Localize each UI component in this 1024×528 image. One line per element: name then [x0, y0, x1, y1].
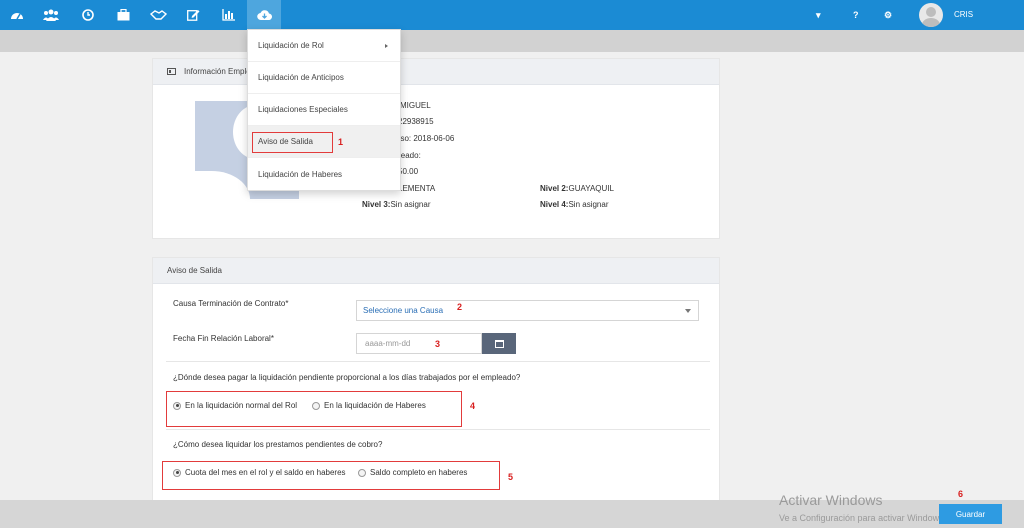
causa-label: Causa Terminación de Contrato* — [173, 299, 289, 308]
cloud-download-icon[interactable] — [247, 0, 281, 30]
save-button[interactable]: Guardar — [939, 504, 1002, 524]
calendar-icon — [494, 339, 504, 348]
divider — [166, 361, 710, 362]
settings-icon[interactable]: ⚙ — [884, 0, 892, 30]
edit-icon[interactable] — [176, 0, 210, 30]
fecha-label: Fecha Fin Relación Laboral* — [173, 334, 274, 343]
fecha-placeholder: aaaa-mm-dd — [365, 339, 411, 348]
fecha-input[interactable]: aaaa-mm-dd — [356, 333, 482, 354]
radio-label: Cuota del mes en el rol y el saldo en ha… — [185, 468, 346, 477]
employee-id: 22938915 — [398, 117, 434, 126]
briefcase-icon[interactable] — [106, 0, 140, 30]
handshake-icon[interactable] — [141, 0, 175, 30]
divider — [166, 429, 710, 430]
highlight-box-1 — [252, 132, 333, 153]
help-icon[interactable]: ? — [853, 0, 859, 30]
employee-nivel4: Nivel 4:Sin asignar — [540, 200, 609, 209]
windows-watermark-title: Activar Windows — [779, 492, 883, 508]
radio-cuota-mes[interactable]: Cuota del mes en el rol y el saldo en ha… — [173, 468, 346, 477]
windows-watermark-subtitle: Ve a Configuración para activar Windows. — [779, 513, 947, 523]
panel-header: Aviso de Salida — [153, 258, 719, 284]
marker-6: 6 — [958, 489, 964, 499]
radio-label: Saldo completo en haberes — [370, 468, 468, 477]
causa-select-value: Seleccione una Causa — [363, 306, 444, 315]
employee-nivel3: Nivel 3:Sin asignar — [362, 200, 431, 209]
employee-nivel1: LEMENTA — [398, 184, 436, 193]
bar-chart-icon[interactable] — [211, 0, 245, 30]
marker-3: 3 — [435, 339, 441, 349]
user-name[interactable]: CRIS — [954, 10, 973, 19]
menu-item-liquidaciones-especiales[interactable]: Liquidaciones Especiales — [248, 94, 400, 126]
radio-label: En la liquidación de Haberes — [324, 401, 426, 410]
question-1: ¿Dónde desea pagar la liquidación pendie… — [173, 373, 521, 382]
users-icon[interactable] — [34, 0, 68, 30]
causa-select[interactable]: Seleccione una Causa — [356, 300, 699, 321]
clock-icon[interactable] — [71, 0, 105, 30]
menu-item-liquidacion-rol[interactable]: Liquidación de Rol — [248, 30, 400, 62]
submenu-arrow-icon — [385, 44, 388, 48]
question-2: ¿Cómo desea liquidar los prestamos pendi… — [173, 440, 383, 449]
radio-label: En la liquidación normal del Rol — [185, 401, 298, 410]
radio-selected-icon — [173, 401, 181, 410]
employee-salary: 50.00 — [398, 167, 419, 176]
nav-caret-icon[interactable]: ▾ — [816, 0, 821, 30]
panel-header: Información Emple — [153, 59, 719, 85]
menu-item-label: Liquidaciones Especiales — [258, 105, 348, 114]
employee-name: MIGUEL — [400, 101, 431, 110]
employee-type: leado: — [399, 151, 421, 160]
marker-1: 1 — [338, 137, 344, 147]
employee-info-panel: Información Emple — [152, 58, 720, 239]
panel-title: Aviso de Salida — [167, 266, 222, 275]
calendar-button[interactable] — [482, 333, 516, 354]
menu-item-liquidacion-anticipos[interactable]: Liquidación de Anticipos — [248, 62, 400, 94]
avatar[interactable] — [919, 3, 943, 27]
panel-title: Información Emple — [184, 67, 251, 76]
employee-nivel2: Nivel 2:GUAYAQUIL — [540, 184, 614, 193]
radio-liquidacion-haberes[interactable]: En la liquidación de Haberes — [312, 401, 426, 410]
dashboard-icon[interactable] — [0, 0, 34, 30]
menu-item-label: Liquidación de Rol — [258, 41, 324, 50]
menu-item-liquidacion-haberes[interactable]: Liquidación de Haberes — [248, 158, 400, 190]
chevron-down-icon — [685, 309, 691, 313]
marker-4: 4 — [470, 401, 476, 411]
radio-unselected-icon — [358, 468, 366, 477]
marker-5: 5 — [508, 472, 514, 482]
radio-unselected-icon — [312, 401, 320, 410]
id-card-icon — [167, 68, 176, 75]
menu-item-label: Liquidación de Haberes — [258, 169, 343, 179]
radio-liquidacion-rol[interactable]: En la liquidación normal del Rol — [173, 401, 297, 410]
subheader-bar — [0, 30, 1024, 52]
radio-saldo-completo[interactable]: Saldo completo en haberes — [358, 468, 467, 477]
radio-selected-icon — [173, 468, 181, 477]
marker-2: 2 — [457, 302, 463, 312]
liquidaciones-dropdown: Liquidación de Rol Liquidación de Antici… — [247, 29, 401, 191]
menu-item-label: Liquidación de Anticipos — [258, 73, 344, 82]
employee-ingreso: eso: 2018-06-06 — [396, 134, 455, 143]
top-navbar: ▾ ? ⚙ CRIS — [0, 0, 1024, 30]
